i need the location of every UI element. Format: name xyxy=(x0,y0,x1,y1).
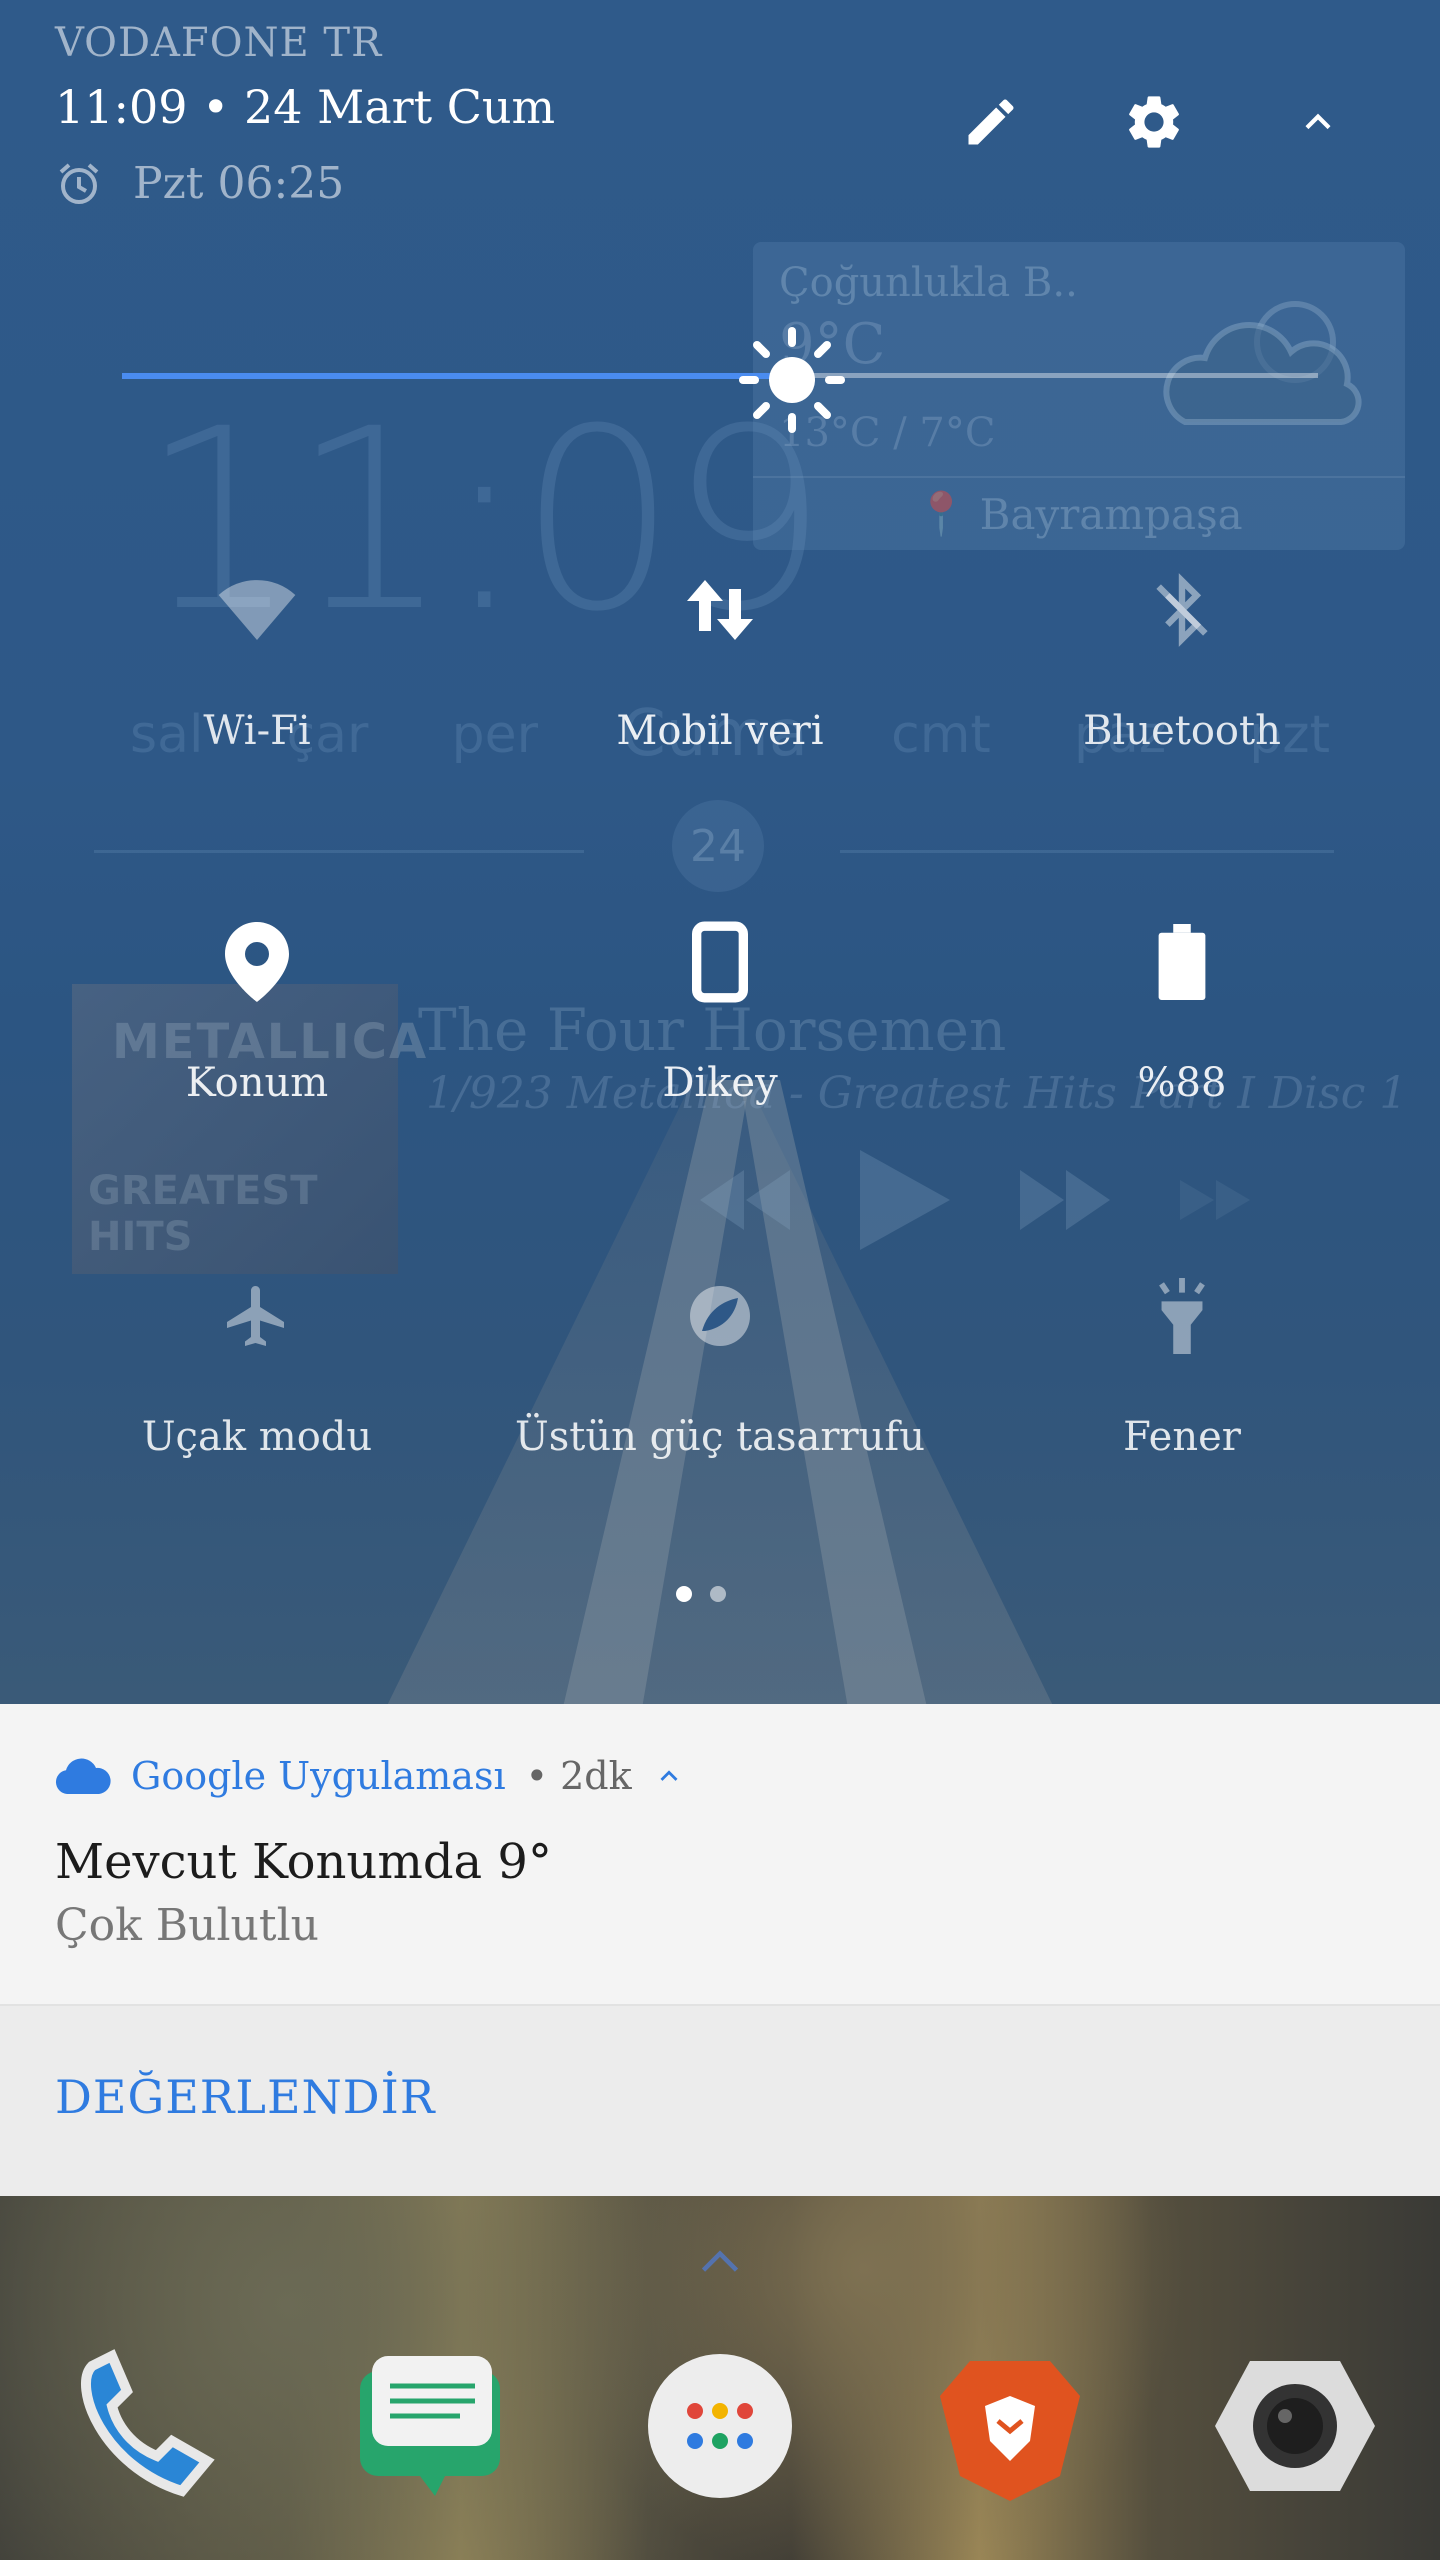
tile-bluetooth[interactable]: Bluetooth xyxy=(952,560,1412,754)
power-saver-icon xyxy=(690,1286,750,1346)
tile-wifi[interactable]: Wi-Fi xyxy=(27,560,487,754)
tile-label: %88 xyxy=(1137,1060,1227,1106)
weather-location: 📍 Bayrampaşa xyxy=(753,476,1405,550)
portrait-icon xyxy=(692,921,748,1003)
page-dot[interactable] xyxy=(710,1586,726,1602)
notification-card[interactable]: Google Uygulaması • 2dk Mevcut Konumda 9… xyxy=(0,1704,1440,2004)
skip-icon xyxy=(1180,1180,1250,1220)
camera-icon xyxy=(1215,2361,1375,2491)
music-controls xyxy=(700,1150,1250,1250)
phone-icon xyxy=(81,2349,215,2497)
app-drawer[interactable] xyxy=(640,2346,800,2506)
brave-app[interactable] xyxy=(930,2346,1090,2506)
edit-icon xyxy=(968,99,1014,145)
fast-forward-icon xyxy=(1020,1170,1110,1230)
tile-mobile-data[interactable]: Mobil veri xyxy=(490,560,950,754)
location-icon xyxy=(225,922,289,1002)
tile-label: Üstün güç tasarrufu xyxy=(515,1414,925,1460)
settings-icon xyxy=(1129,96,1179,148)
brightness-sun-icon xyxy=(738,327,845,433)
brave-browser-icon xyxy=(940,2361,1080,2501)
camera-app[interactable] xyxy=(1215,2346,1375,2506)
notification-time: • 2dk xyxy=(525,1754,632,1798)
wifi-icon xyxy=(218,580,296,640)
tile-label: Fener xyxy=(1123,1414,1241,1460)
rate-button[interactable]: DEĞERLENDİR xyxy=(55,2070,435,2124)
tile-power-saver[interactable]: Üstün güç tasarrufu xyxy=(490,1266,950,1460)
flashlight-icon xyxy=(1159,1278,1205,1354)
shade-header: VODAFONE TR 11:09 • 24 Mart Cum Pzt 06:2… xyxy=(0,0,1440,230)
page-indicator xyxy=(676,1586,726,1602)
page-dot-active[interactable] xyxy=(676,1586,692,1602)
airplane-icon xyxy=(227,1286,284,1346)
alarm-time: Pzt 06:25 xyxy=(133,158,345,209)
pin-icon: 📍 xyxy=(915,489,968,538)
tile-label: Uçak modu xyxy=(141,1414,373,1460)
tile-orientation[interactable]: Dikey xyxy=(490,912,950,1106)
album-art-title: GREATEST HITS xyxy=(88,1168,318,1260)
weather-condition: Çoğunlukla B.. xyxy=(779,260,1078,306)
cloud-icon xyxy=(55,1758,111,1794)
widget-day-badge: 24 xyxy=(672,800,764,892)
rewind-icon xyxy=(700,1170,790,1230)
brightness-slider[interactable] xyxy=(122,327,1318,433)
tile-flashlight[interactable]: Fener xyxy=(952,1266,1412,1460)
tile-label: Mobil veri xyxy=(616,708,824,754)
widget-divider xyxy=(94,850,584,853)
mobile-data-icon xyxy=(687,580,753,640)
tile-airplane[interactable]: Uçak modu xyxy=(27,1266,487,1460)
next-alarm[interactable]: Pzt 06:25 xyxy=(55,158,344,209)
app-drawer-icon xyxy=(648,2354,792,2498)
date-time[interactable]: 11:09 • 24 Mart Cum xyxy=(55,80,555,134)
messages-app[interactable] xyxy=(350,2346,510,2506)
tile-label: Bluetooth xyxy=(1083,708,1281,754)
battery-icon xyxy=(1158,924,1206,1000)
alarm-clock-icon xyxy=(59,162,99,204)
phone-app[interactable] xyxy=(62,2346,222,2506)
widget-divider xyxy=(840,850,1334,853)
tile-label: Wi-Fi xyxy=(203,708,311,754)
notification-body: Çok Bulutlu xyxy=(55,1900,319,1951)
bluetooth-off-icon xyxy=(1156,573,1208,647)
brightness-fill xyxy=(122,373,792,379)
notification-app-name: Google Uygulaması xyxy=(131,1754,506,1798)
play-icon xyxy=(860,1150,950,1250)
chevron-up-icon xyxy=(1305,113,1331,130)
settings-button[interactable] xyxy=(1114,82,1194,162)
tile-battery[interactable]: %88 xyxy=(952,912,1412,1106)
chevron-up-icon[interactable] xyxy=(698,2246,742,2276)
tile-label: Konum xyxy=(185,1060,329,1106)
weather-location-label: Bayrampaşa xyxy=(979,489,1243,539)
notification-actions: DEĞERLENDİR xyxy=(0,2004,1440,2196)
messages-icon xyxy=(360,2356,500,2496)
carrier-name: VODAFONE TR xyxy=(55,20,383,66)
chevron-up-icon[interactable] xyxy=(652,1759,686,1793)
notification-header: Google Uygulaması • 2dk xyxy=(55,1754,686,1798)
notification-title: Mevcut Konumda 9° xyxy=(55,1834,552,1890)
brightness-thumb[interactable] xyxy=(737,325,847,439)
home-dock xyxy=(0,2196,1440,2560)
collapse-button[interactable] xyxy=(1278,82,1358,162)
edit-button[interactable] xyxy=(951,82,1031,162)
tile-label: Dikey xyxy=(662,1060,778,1106)
tile-location[interactable]: Konum xyxy=(27,912,487,1106)
